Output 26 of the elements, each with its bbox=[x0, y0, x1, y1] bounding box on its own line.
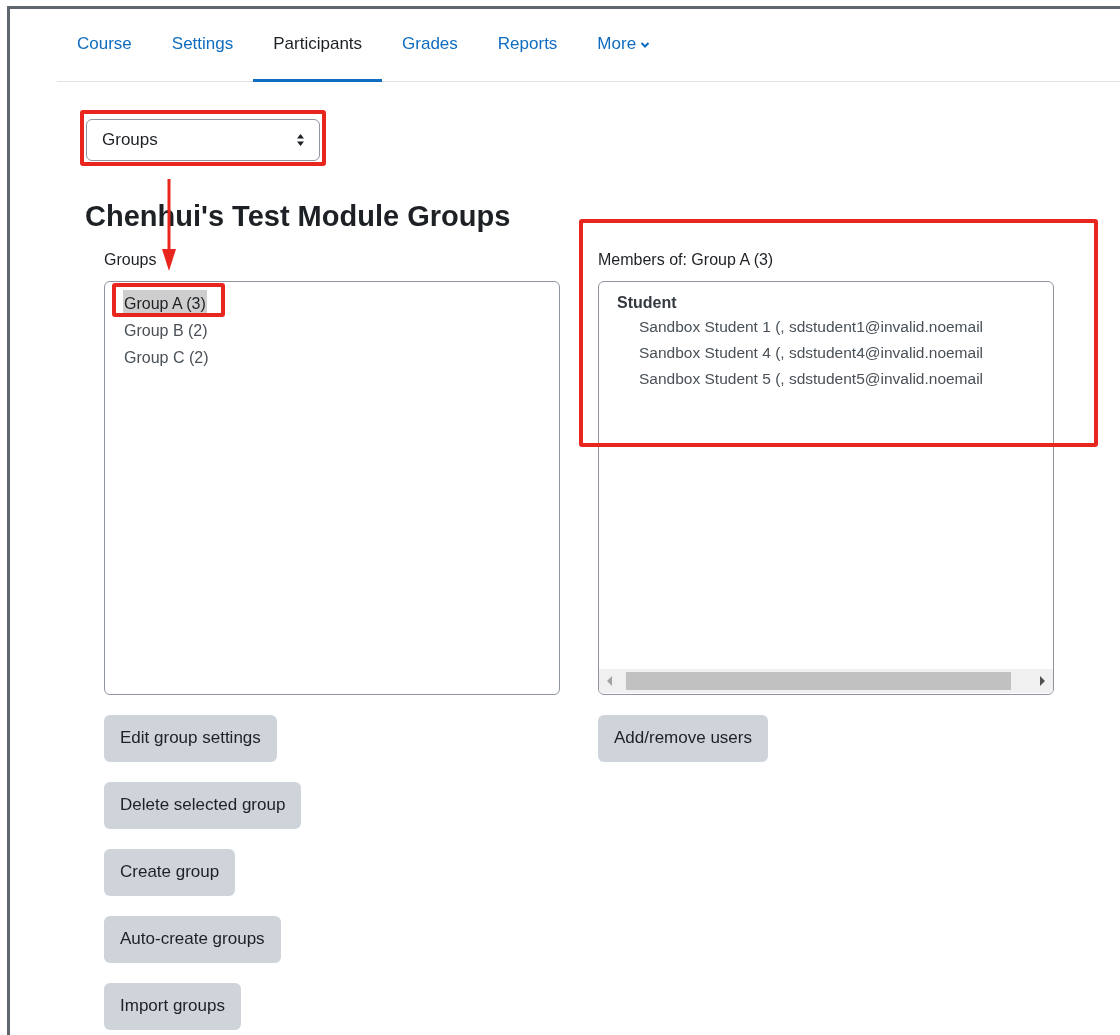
action-button[interactable]: Import groups bbox=[104, 982, 241, 1030]
nav-tab[interactable]: Reports bbox=[477, 9, 578, 82]
member-option[interactable]: Sandbox Student 4 (, sdstudent4@invalid.noemail bbox=[617, 339, 1053, 366]
action-button[interactable]: Create group bbox=[104, 848, 236, 896]
action-button[interactable]: Edit group settings bbox=[104, 714, 277, 762]
members-label: Members of: Group A (3) bbox=[598, 250, 775, 269]
member-option[interactable]: Sandbox Student 1 (, sdstudent1@invalid.noemail bbox=[617, 313, 1053, 340]
action-button[interactable]: Auto-create groups bbox=[104, 915, 281, 963]
nav-tab[interactable]: More bbox=[577, 9, 671, 82]
member-option[interactable]: Sandbox Student 5 (, sdstudent5@invalid.noemail bbox=[617, 365, 1053, 392]
groups-listbox[interactable]: Group A (3) Group B (2) Group C (2) bbox=[104, 280, 560, 695]
group-option[interactable]: Group B (2) bbox=[123, 316, 209, 344]
action-button[interactable]: Delete selected group bbox=[104, 781, 302, 829]
sort-arrows-icon bbox=[296, 133, 305, 147]
nav-tab[interactable]: Course bbox=[57, 9, 152, 82]
chevron-icon bbox=[640, 41, 651, 49]
view-select[interactable]: Groups bbox=[86, 119, 320, 161]
action-button[interactable]: Add/remove users bbox=[598, 714, 768, 762]
nav-tab[interactable]: Participants bbox=[253, 9, 383, 82]
horizontal-scrollbar[interactable] bbox=[599, 668, 1053, 693]
nav-tab[interactable]: Grades bbox=[382, 9, 478, 82]
role-heading: Student bbox=[617, 292, 678, 313]
members-listbox[interactable]: Student Sandbox Student 1 (, sdstudent1@invalid.noemail Sandbox Student 4 (, sdstudent4@invalid.noemail Sandbox Student 5 (, sdstudent5@invalid.noemail bbox=[598, 280, 1054, 695]
nav-tab[interactable]: Settings bbox=[151, 9, 254, 82]
group-option[interactable]: Group C (2) bbox=[123, 343, 210, 371]
groups-label: Groups bbox=[104, 250, 158, 269]
